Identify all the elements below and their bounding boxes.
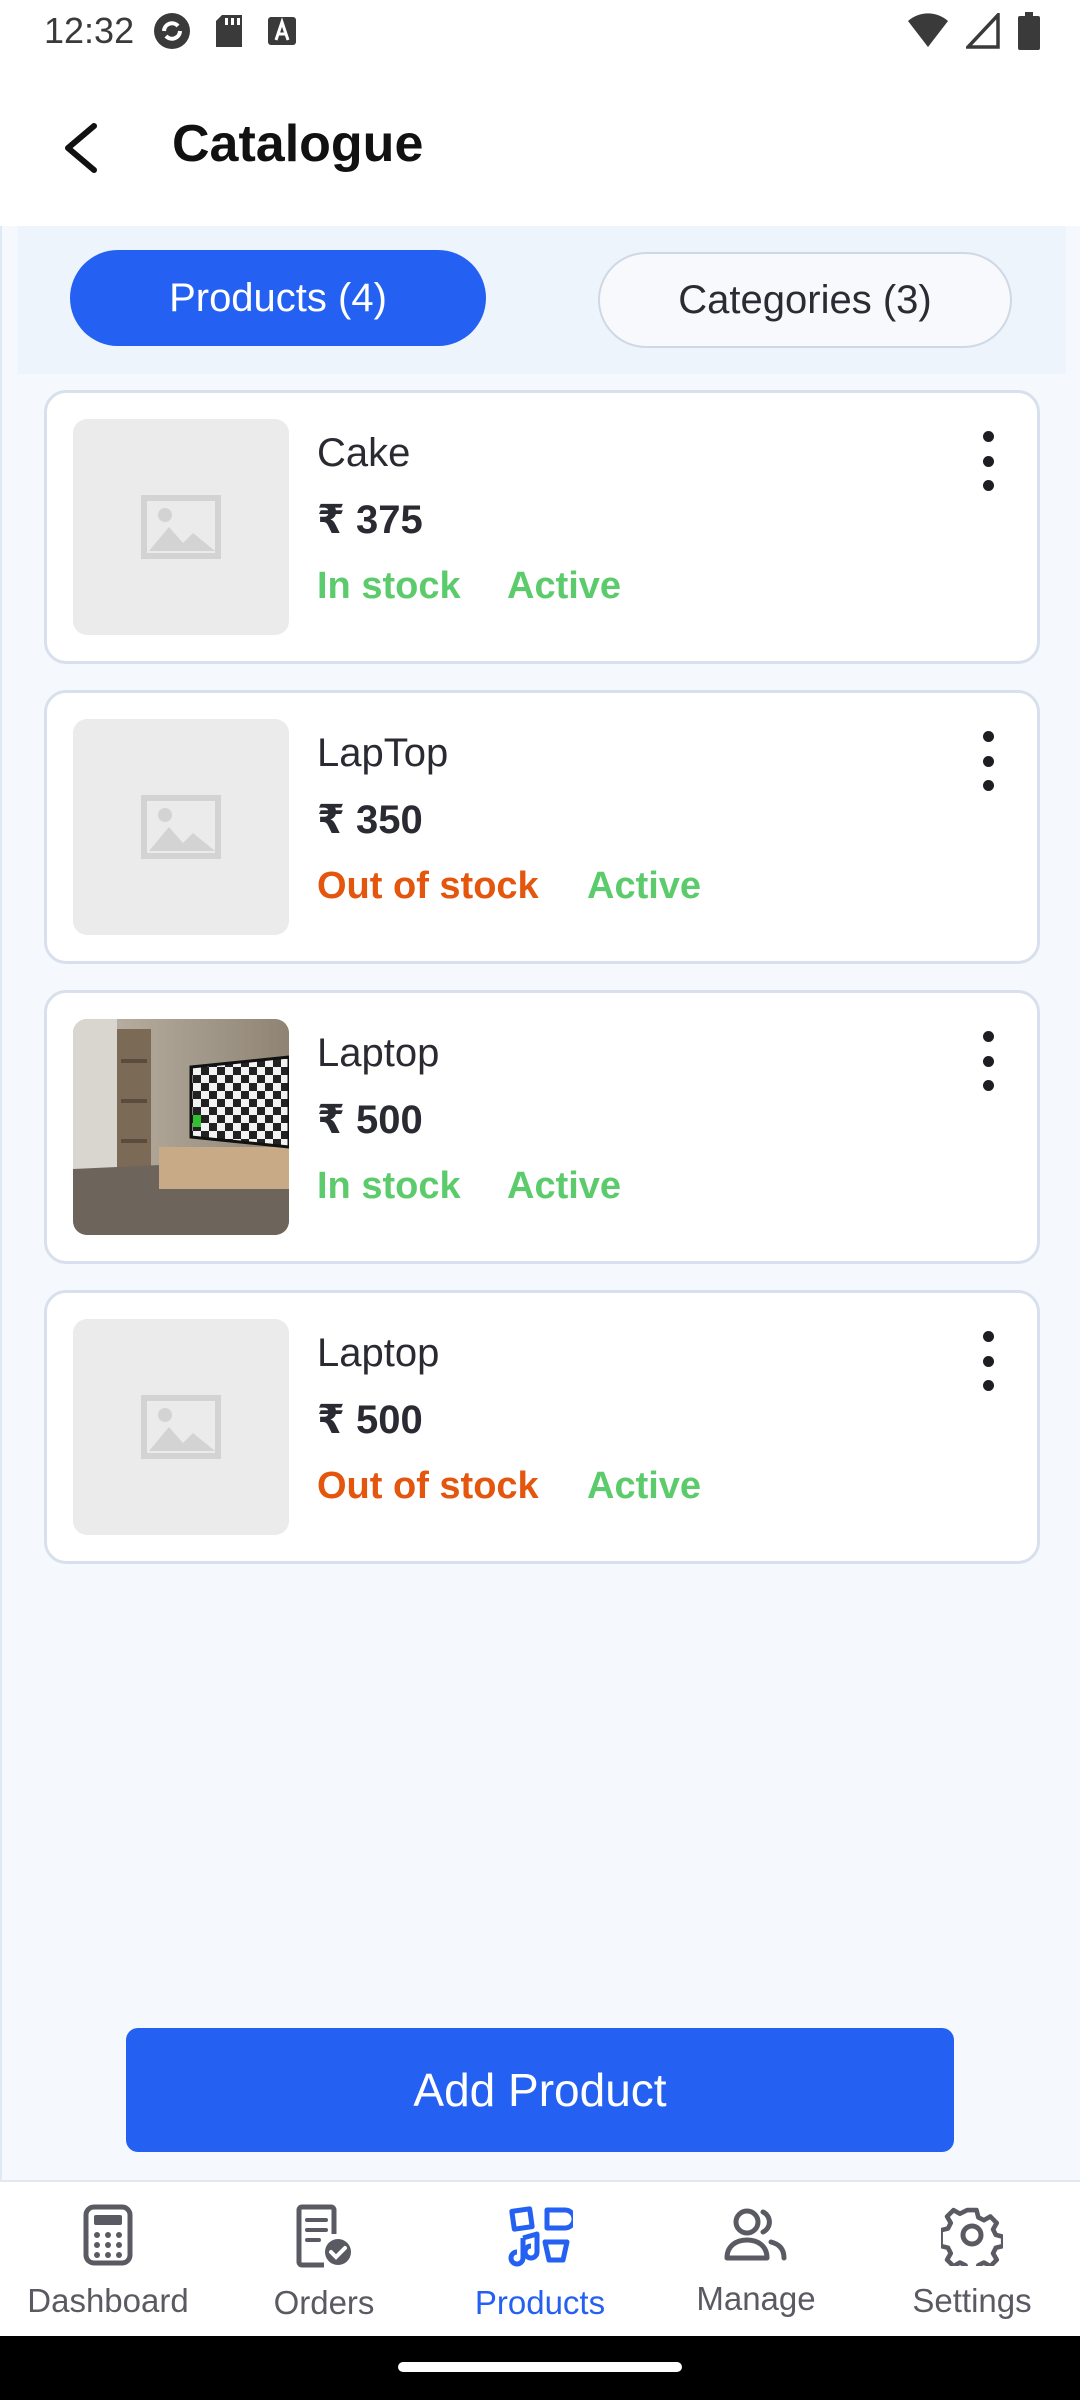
kebab-dot [982,1055,994,1067]
nav-item-products[interactable]: Products [432,2182,648,2336]
product-name: Laptop [317,1331,440,1375]
product-active-status: Active [507,1165,622,1207]
nav-label: Dashboard [27,2282,189,2319]
nav-item-dashboard[interactable]: Dashboard [0,2182,216,2336]
nav-item-settings[interactable]: Settings [864,2182,1080,2336]
tab-categories-label: Categories (3) [678,277,932,322]
keyboard-a-icon [268,17,297,45]
sync-app-icon [154,13,191,49]
product-stock-status: Out of stock [317,865,539,907]
kebab-dot [982,780,994,791]
product-thumbnail [73,719,289,935]
nav-label: Manage [696,2280,816,2317]
kebab-dot [982,1380,994,1391]
product-price: ₹ 375 [317,498,423,542]
battery-icon [1018,12,1040,50]
sd-card-icon [216,15,243,47]
tab-categories[interactable]: Categories (3) [598,252,1012,348]
more-options-button[interactable] [973,1331,1003,1391]
status-bar: 12:32 [0,0,1080,62]
nav-item-orders[interactable]: Orders [216,2182,432,2336]
tab-bar: Products (4) Categories (3) [18,226,1066,374]
more-options-button[interactable] [973,731,1003,791]
status-system-icons [908,12,1040,50]
kebab-dot [982,731,994,742]
content-area: Products (4) Categories (3) Cake ₹ 375 I… [0,226,1080,2180]
product-card[interactable]: LapTop ₹ 350 Out of stock Active [44,690,1040,964]
product-stock-status: In stock [317,1165,461,1207]
product-card[interactable]: Cake ₹ 375 In stock Active [44,390,1040,664]
wifi-icon [908,13,948,47]
tab-products-label: Products (4) [169,275,387,320]
product-active-status: Active [507,565,622,607]
placeholder-image-icon [141,795,221,859]
placeholder-image-icon [141,495,221,559]
room-tv-photo [73,1019,289,1235]
nav-label: Products [474,2284,606,2321]
people-icon [723,2204,789,2264]
product-name: LapTop [317,731,449,775]
kebab-dot [982,1031,994,1042]
product-active-status: Active [587,865,702,907]
add-product-label: Add Product [413,2064,667,2116]
kebab-dot [982,1355,994,1367]
page-title: Catalogue [172,115,424,173]
product-price: ₹ 500 [317,1398,423,1442]
nav-label: Orders [273,2284,375,2321]
placeholder-image-icon [141,1395,221,1459]
product-card[interactable]: Laptop ₹ 500 In stock Active [44,990,1040,1264]
nav-label: Settings [912,2282,1032,2319]
signal-icon [966,13,1000,49]
status-time: 12:32 [44,10,135,51]
product-name: Laptop [317,1031,440,1075]
kebab-dot [982,431,994,442]
gesture-navigation-area [0,2336,1080,2400]
kebab-dot [982,455,994,467]
product-thumbnail [73,419,289,635]
app-bar: Catalogue [0,62,1080,226]
product-thumbnail [73,1319,289,1535]
kebab-dot [982,1331,994,1342]
products-icon [507,2204,573,2268]
kebab-dot [982,480,994,491]
kebab-dot [982,1080,994,1091]
product-card[interactable]: Laptop ₹ 500 Out of stock Active [44,1290,1040,1564]
gear-icon [941,2204,1003,2266]
status-notification-icons [152,11,298,51]
more-options-button[interactable] [973,1031,1003,1091]
order-check-icon [294,2204,354,2268]
product-price: ₹ 500 [317,1098,423,1142]
tab-products[interactable]: Products (4) [70,250,486,346]
product-price: ₹ 350 [317,798,423,842]
nav-item-manage[interactable]: Manage [648,2182,864,2336]
add-product-button[interactable]: Add Product [126,2028,954,2152]
product-name: Cake [317,431,411,475]
product-stock-status: Out of stock [317,1465,539,1507]
more-options-button[interactable] [973,431,1003,491]
kebab-dot [982,755,994,767]
bottom-nav: Dashboard Orders Products Manage Setting… [0,2180,1080,2336]
back-button[interactable] [50,118,110,178]
product-active-status: Active [587,1465,702,1507]
home-gesture-handle[interactable] [398,2362,682,2372]
product-stock-status: In stock [317,565,461,607]
back-arrow-icon [65,123,97,173]
calculator-icon [83,2204,133,2266]
product-thumbnail [73,1019,289,1235]
